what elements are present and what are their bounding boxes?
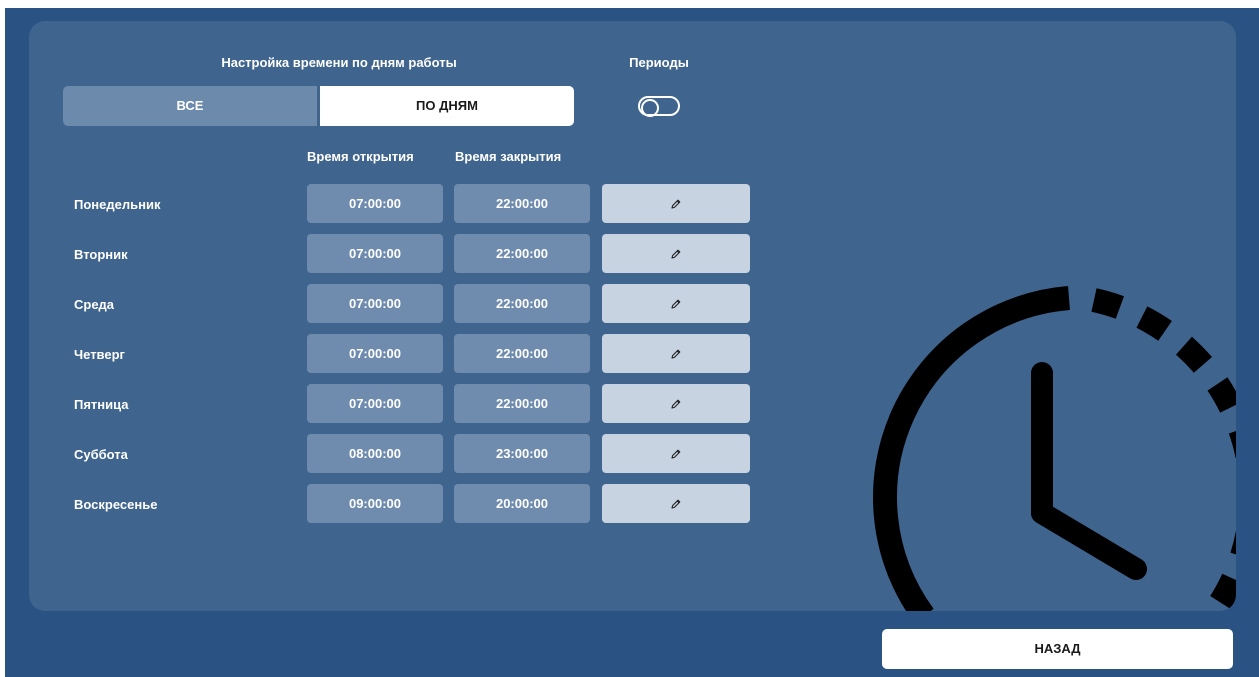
- app-screen: Настройка времени по дням работы Периоды…: [5, 8, 1259, 677]
- clock-icon: [873, 286, 1236, 611]
- back-button[interactable]: НАЗАД: [882, 629, 1233, 669]
- schedule-panel: Настройка времени по дням работы Периоды…: [29, 21, 1236, 611]
